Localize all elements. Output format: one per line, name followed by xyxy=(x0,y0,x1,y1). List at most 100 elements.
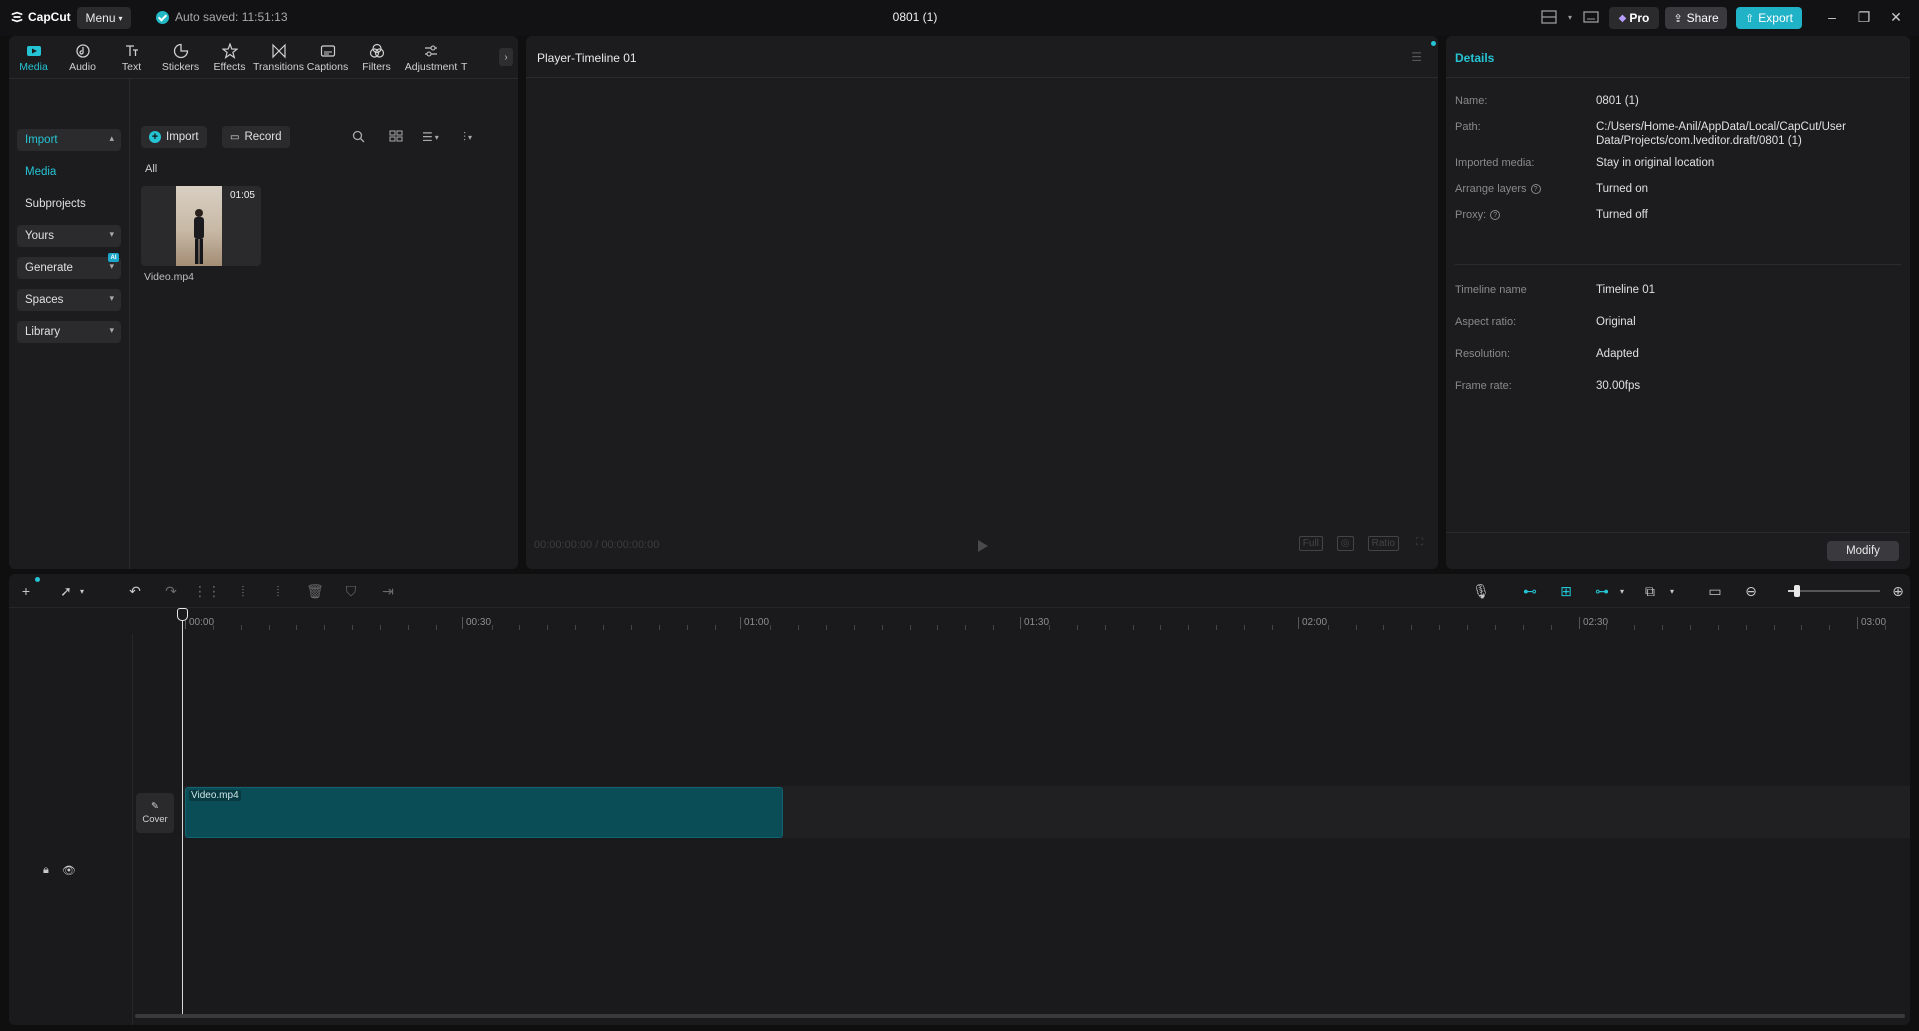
playhead[interactable] xyxy=(182,608,183,1018)
sidebar-item-yours[interactable]: Yours ▾ xyxy=(17,225,121,247)
play-icon[interactable] xyxy=(978,540,988,552)
menu-button[interactable]: Menu ▾ xyxy=(77,7,131,29)
video-clip[interactable]: Video.mp4 xyxy=(185,787,783,838)
timeline-ruler[interactable]: 00:00 00:30 01:00 01:30 02:00 02:30 03:0… xyxy=(9,608,1910,634)
category-all[interactable]: All xyxy=(145,163,157,175)
microphone-icon[interactable]: 🎙 xyxy=(1472,582,1490,600)
tabs-scroll-right-icon[interactable]: › xyxy=(499,48,513,66)
export-button[interactable]: ⇧ Export xyxy=(1736,7,1802,29)
ruler-tick xyxy=(1048,625,1050,630)
video-thumbnail-image xyxy=(176,186,222,266)
undo-icon[interactable]: ↶ xyxy=(126,582,144,600)
lock-icon[interactable]: 🔒︎ xyxy=(43,864,49,877)
delete-icon[interactable]: 🗑 xyxy=(306,582,324,600)
sidebar-item-label: Generate xyxy=(25,262,73,274)
snapshot-icon[interactable]: ◎ xyxy=(1336,536,1354,551)
full-quality-button[interactable]: Full xyxy=(1298,536,1323,551)
modify-button[interactable]: Modify xyxy=(1827,541,1899,561)
cover-button[interactable]: ✎ Cover xyxy=(136,793,174,833)
main-track-magnet-icon[interactable]: ⊷ xyxy=(1519,582,1541,600)
ruler-tick xyxy=(296,625,298,630)
detail-value: Timeline 01 xyxy=(1596,284,1656,296)
extract-icon[interactable]: ⇥ xyxy=(379,582,397,600)
filters-icon xyxy=(369,43,384,58)
tab-audio-label: Audio xyxy=(69,60,96,73)
chevron-down-icon[interactable]: ▾ xyxy=(1663,582,1681,600)
tab-transitions[interactable]: Transitions xyxy=(253,36,304,79)
zoom-out-icon[interactable]: ⊖ xyxy=(1742,582,1760,600)
chevron-down-icon[interactable]: ▾ xyxy=(73,582,91,600)
detail-label: Proxy: xyxy=(1455,209,1487,221)
zoom-in-icon[interactable]: ⊕ xyxy=(1889,582,1907,600)
tab-media[interactable]: Media xyxy=(9,36,58,79)
ruler-tick xyxy=(352,625,354,630)
tab-stickers[interactable]: Stickers xyxy=(156,36,205,79)
tab-effects[interactable]: Effects xyxy=(205,36,254,79)
auto-snapping-icon[interactable]: ⊞ xyxy=(1555,582,1577,600)
tab-text[interactable]: Text xyxy=(107,36,156,79)
sidebar-item-media[interactable]: Media xyxy=(17,161,121,183)
close-icon[interactable]: ✕ xyxy=(1888,8,1904,26)
layout-icon[interactable] xyxy=(1540,8,1558,26)
sidebar-item-spaces[interactable]: Spaces ▾ xyxy=(17,289,121,311)
sort-icon[interactable]: ☰ ▾ xyxy=(422,130,439,144)
minimize-icon[interactable]: – xyxy=(1824,8,1840,26)
ruler-tick xyxy=(1244,625,1246,630)
sidebar-item-import[interactable]: Import ▴ xyxy=(17,129,121,151)
sidebar-item-generate[interactable]: Generate ▾ AI xyxy=(17,253,121,279)
text-icon xyxy=(125,44,138,56)
fullscreen-icon[interactable]: ⛶ xyxy=(1413,536,1426,551)
split-left-icon[interactable]: ⦙ xyxy=(234,582,252,600)
import-button[interactable]: + Import xyxy=(141,126,207,148)
redo-icon[interactable]: ↷ xyxy=(162,582,180,600)
linkage-icon[interactable]: ⊶ xyxy=(1591,582,1613,600)
check-circle-icon xyxy=(156,10,169,24)
sidebar-item-subprojects[interactable]: Subprojects xyxy=(17,193,121,215)
pro-button[interactable]: ◆ Pro xyxy=(1609,7,1659,29)
sidebar-item-library[interactable]: Library ▾ xyxy=(17,321,121,343)
tab-stickers-label: Stickers xyxy=(161,60,200,73)
zoom-slider-handle[interactable] xyxy=(1794,585,1801,597)
player-controls: Full ◎ Ratio ⛶ xyxy=(1298,536,1426,551)
chevron-down-icon[interactable]: ▾ xyxy=(1566,8,1574,26)
timeline-scrollbar[interactable] xyxy=(135,1014,1905,1018)
playhead-handle[interactable] xyxy=(177,608,188,621)
tab-templates[interactable]: T xyxy=(461,36,475,79)
ratio-button[interactable]: Ratio xyxy=(1367,536,1399,551)
record-button[interactable]: ▭ Record xyxy=(222,126,290,148)
preview-axis-icon[interactable]: ⧉ xyxy=(1641,582,1659,600)
detail-value: Original xyxy=(1596,316,1636,328)
ruler-tick xyxy=(212,625,214,630)
media-thumbnail[interactable]: 01:05 xyxy=(141,186,261,266)
ruler-tick xyxy=(1188,625,1190,630)
restore-icon[interactable]: ❐ xyxy=(1856,8,1872,26)
info-icon[interactable]: ? xyxy=(1530,184,1541,194)
eye-icon[interactable]: 👁︎ xyxy=(62,864,76,877)
ruler-label: 02:30 xyxy=(1579,617,1608,629)
info-icon[interactable]: ? xyxy=(1490,210,1501,220)
details-footer-divider xyxy=(1446,532,1910,533)
hamburger-menu-icon[interactable]: ☰ xyxy=(1411,50,1422,64)
ruler-tick xyxy=(1104,625,1106,630)
subtitle-icon[interactable]: ▭ xyxy=(1706,582,1724,600)
filter-icon[interactable]: ⫶ ▾ xyxy=(463,130,472,145)
shield-icon[interactable]: ⛉ xyxy=(342,582,360,600)
search-icon[interactable] xyxy=(352,130,365,143)
media-filename: Video.mp4 xyxy=(144,271,195,283)
split-right-icon[interactable]: ⦙ xyxy=(269,582,287,600)
zoom-slider[interactable] xyxy=(1788,590,1880,592)
ruler-tick xyxy=(1885,625,1887,630)
tab-adjustment[interactable]: Adjustment xyxy=(401,36,461,79)
layout-controls: ▾ xyxy=(1540,8,1600,26)
chevron-down-icon[interactable]: ▾ xyxy=(1613,582,1631,600)
split-icon[interactable]: ⋮⋮ xyxy=(193,582,221,600)
share-button[interactable]: ⇪ Share xyxy=(1665,7,1727,29)
detail-label: Imported media: xyxy=(1455,157,1535,169)
tab-text-label: Text xyxy=(121,60,142,73)
tab-filters[interactable]: Filters xyxy=(352,36,401,79)
shortcuts-icon[interactable] xyxy=(1582,8,1600,26)
tab-captions[interactable]: Captions xyxy=(303,36,352,79)
grid-view-icon[interactable] xyxy=(389,130,403,142)
add-track-icon[interactable]: + xyxy=(17,582,35,600)
tab-audio[interactable]: Audio xyxy=(58,36,107,79)
